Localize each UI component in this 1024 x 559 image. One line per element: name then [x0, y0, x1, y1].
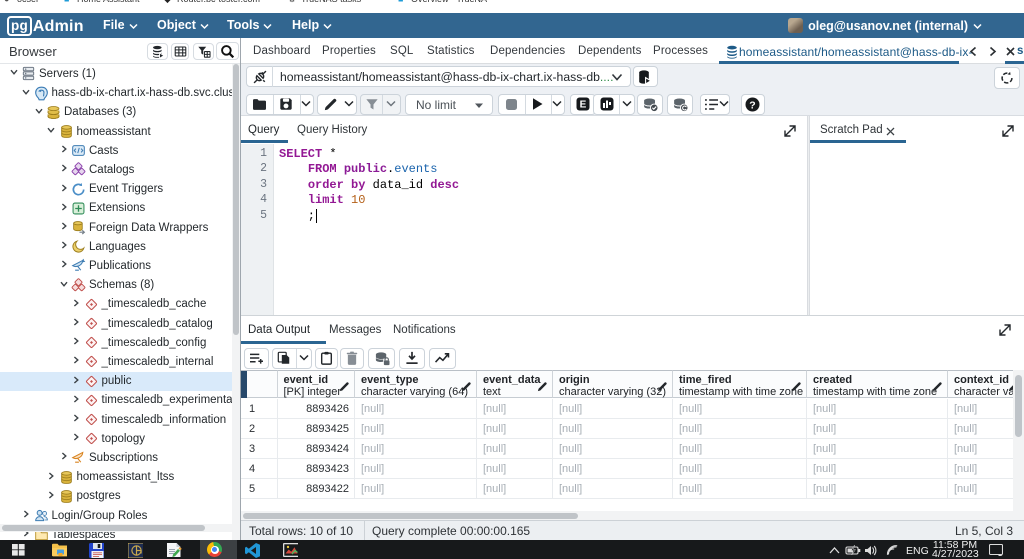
- svg-text:E: E: [579, 100, 586, 111]
- svg-text:?: ?: [750, 99, 756, 111]
